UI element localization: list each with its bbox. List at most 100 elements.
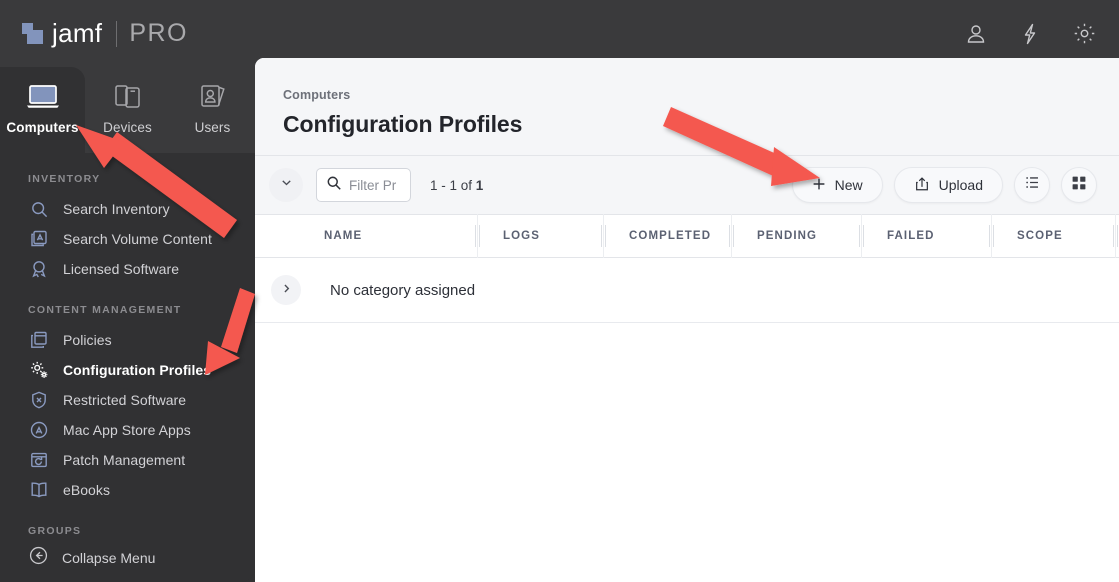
table-row[interactable]: No category assigned — [255, 258, 1119, 323]
sidebar: Computers Devices Users INVENTORY Search… — [0, 67, 255, 582]
collapse-menu-button[interactable]: Collapse Menu — [0, 534, 255, 582]
sidebar-item-label: Licensed Software — [63, 261, 180, 277]
result-count-total: 1 — [475, 177, 484, 193]
sidebar-item-search-inventory[interactable]: Search Inventory — [0, 194, 255, 224]
mobile-devices-icon — [111, 78, 145, 116]
column-resize-handle[interactable] — [474, 225, 481, 247]
column-header-label: FAILED — [887, 230, 935, 242]
sidebar-item-restricted-software[interactable]: Restricted Software — [0, 385, 255, 415]
filter-input-wrapper[interactable] — [316, 168, 411, 202]
upload-icon — [914, 176, 930, 195]
list-view-icon — [1024, 174, 1041, 196]
patch-refresh-icon — [28, 449, 50, 471]
column-header-label: COMPLETED — [629, 230, 712, 242]
result-count-text: 1 - 1 of — [430, 177, 476, 193]
arrow-left-circle-icon — [28, 545, 49, 571]
sidebar-item-ebooks[interactable]: eBooks — [0, 475, 255, 505]
plus-icon — [812, 177, 826, 194]
nav-section-inventory: INVENTORY — [28, 173, 101, 185]
book-icon — [28, 479, 50, 501]
top-bar: jamf PRO — [0, 0, 1119, 67]
sidebar-item-label: Search Inventory — [63, 201, 170, 217]
tab-devices-label: Devices — [103, 120, 152, 135]
toolbar: 1 - 1 of 1 New — [255, 155, 1119, 214]
breadcrumb[interactable]: Computers — [283, 88, 1119, 102]
column-header-label: LOGS — [503, 230, 540, 242]
user-account-icon[interactable] — [963, 21, 989, 47]
windows-stack-icon — [28, 329, 50, 351]
sidebar-item-label: Policies — [63, 332, 112, 348]
sidebar-nav: INVENTORY Search Inventory Search Volume… — [0, 153, 255, 582]
row-name: No category assigned — [330, 281, 476, 299]
new-button[interactable]: New — [791, 167, 883, 203]
column-header-pending[interactable]: PENDING — [735, 214, 865, 258]
sidebar-item-licensed-software[interactable]: Licensed Software — [0, 254, 255, 284]
laptop-icon — [25, 78, 61, 116]
column-header-label: SCOPE — [1017, 230, 1063, 242]
grid-view-icon — [1071, 175, 1087, 196]
page-header: Computers Configuration Profiles — [255, 58, 1119, 155]
sidebar-item-label: Configuration Profiles — [63, 362, 212, 378]
collapse-menu-label: Collapse Menu — [62, 550, 156, 566]
tab-users[interactable]: Users — [170, 67, 255, 153]
column-header-label: NAME — [324, 230, 363, 242]
column-header-label: PENDING — [757, 230, 818, 242]
sidebar-item-label: Restricted Software — [63, 392, 187, 408]
tab-devices[interactable]: Devices — [85, 67, 170, 153]
license-ribbon-icon — [28, 258, 50, 280]
column-resize-handle[interactable] — [600, 225, 607, 247]
column-header-scope[interactable]: SCOPE — [995, 214, 1119, 258]
filter-input[interactable] — [349, 177, 409, 193]
brand-divider — [116, 20, 118, 47]
shield-x-icon — [28, 389, 50, 411]
page-title: Configuration Profiles — [283, 111, 523, 137]
toolbar-actions: New Upload — [791, 167, 1097, 203]
column-resize-handle[interactable] — [728, 225, 735, 247]
result-count: 1 - 1 of 1 — [430, 178, 483, 193]
sidebar-item-label: Patch Management — [63, 452, 186, 468]
sidebar-item-label: Search Volume Content — [63, 231, 212, 247]
new-button-label: New — [834, 177, 863, 193]
sidebar-item-policies[interactable]: Policies — [0, 325, 255, 355]
app-store-stack-icon — [28, 228, 50, 250]
brand-name: jamf — [52, 18, 103, 48]
users-cards-icon — [196, 78, 230, 116]
tab-computers-label: Computers — [6, 120, 79, 135]
sidebar-item-label: eBooks — [63, 482, 110, 498]
search-icon — [326, 175, 342, 196]
chevron-down-icon — [280, 176, 293, 194]
gears-icon — [28, 359, 50, 381]
brand-product: PRO — [129, 19, 189, 47]
list-view-button[interactable] — [1014, 167, 1050, 203]
column-resize-handle[interactable] — [988, 225, 995, 247]
sidebar-item-label: Mac App Store Apps — [63, 422, 191, 438]
table-header-row: NAME LOGS COMPLETED PENDING FAILED SCOPE — [255, 214, 1119, 258]
jamf-pro-logo[interactable]: jamf PRO — [22, 18, 188, 49]
chevron-right-icon — [281, 281, 292, 299]
tab-users-label: Users — [194, 120, 231, 135]
bolt-icon[interactable] — [1017, 21, 1043, 47]
sidebar-item-search-volume-content[interactable]: Search Volume Content — [0, 224, 255, 254]
column-header-failed[interactable]: FAILED — [865, 214, 995, 258]
sidebar-tabs: Computers Devices Users — [0, 67, 255, 153]
upload-button[interactable]: Upload — [893, 167, 1003, 203]
expand-collapse-toggle[interactable] — [269, 168, 303, 202]
column-header-completed[interactable]: COMPLETED — [607, 214, 735, 258]
jamf-pro-window: jamf PRO Computers Devices Users INVENTO… — [0, 0, 1119, 582]
column-header-logs[interactable]: LOGS — [481, 214, 607, 258]
column-resize-handle[interactable] — [1112, 225, 1119, 247]
gear-settings-icon[interactable] — [1071, 21, 1097, 47]
app-store-circle-icon — [28, 419, 50, 441]
grid-view-button[interactable] — [1061, 167, 1097, 203]
sidebar-item-configuration-profiles[interactable]: Configuration Profiles — [0, 355, 255, 385]
upload-button-label: Upload — [938, 177, 983, 193]
sidebar-item-patch-management[interactable]: Patch Management — [0, 445, 255, 475]
sidebar-item-mac-app-store-apps[interactable]: Mac App Store Apps — [0, 415, 255, 445]
jamf-logo-icon — [22, 23, 43, 44]
tab-computers[interactable]: Computers — [0, 67, 85, 153]
main-content: Computers Configuration Profiles Filter … — [255, 58, 1119, 582]
column-header-name[interactable]: NAME — [255, 214, 481, 258]
column-resize-handle[interactable] — [858, 225, 865, 247]
row-expander-button[interactable] — [271, 275, 301, 305]
magnifier-icon — [28, 198, 50, 220]
